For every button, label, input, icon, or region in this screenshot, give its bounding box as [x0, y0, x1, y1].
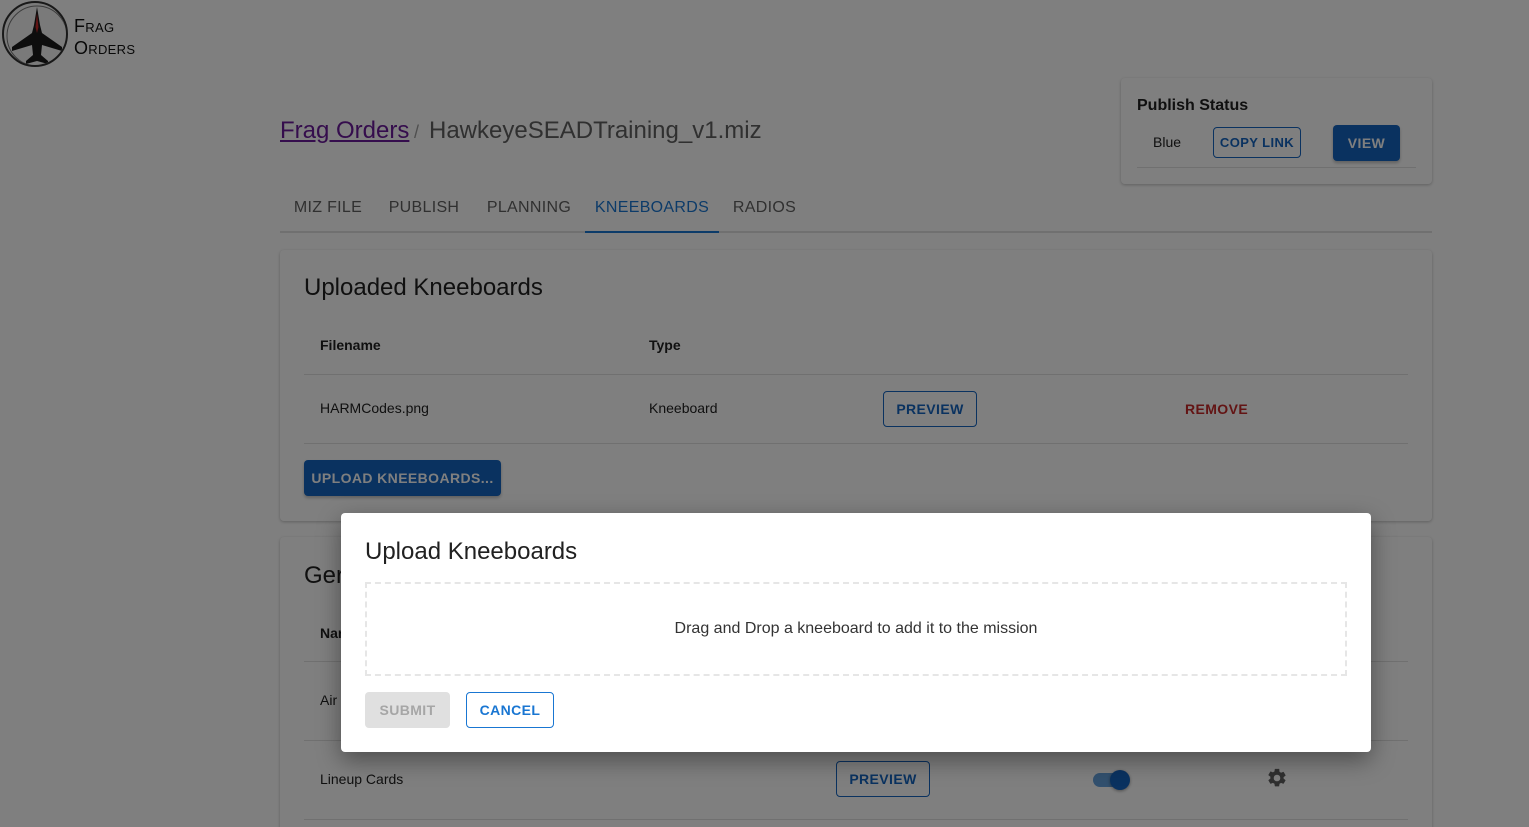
upload-kneeboards-dialog: Upload Kneeboards Drag and Drop a kneebo… — [341, 513, 1371, 752]
cancel-button[interactable]: CANCEL — [466, 692, 554, 728]
drop-zone[interactable]: Drag and Drop a kneeboard to add it to t… — [365, 582, 1347, 676]
dialog-title: Upload Kneeboards — [365, 538, 578, 565]
drop-zone-text: Drag and Drop a kneeboard to add it to t… — [674, 620, 1038, 637]
submit-button[interactable]: SUBMIT — [365, 692, 450, 728]
